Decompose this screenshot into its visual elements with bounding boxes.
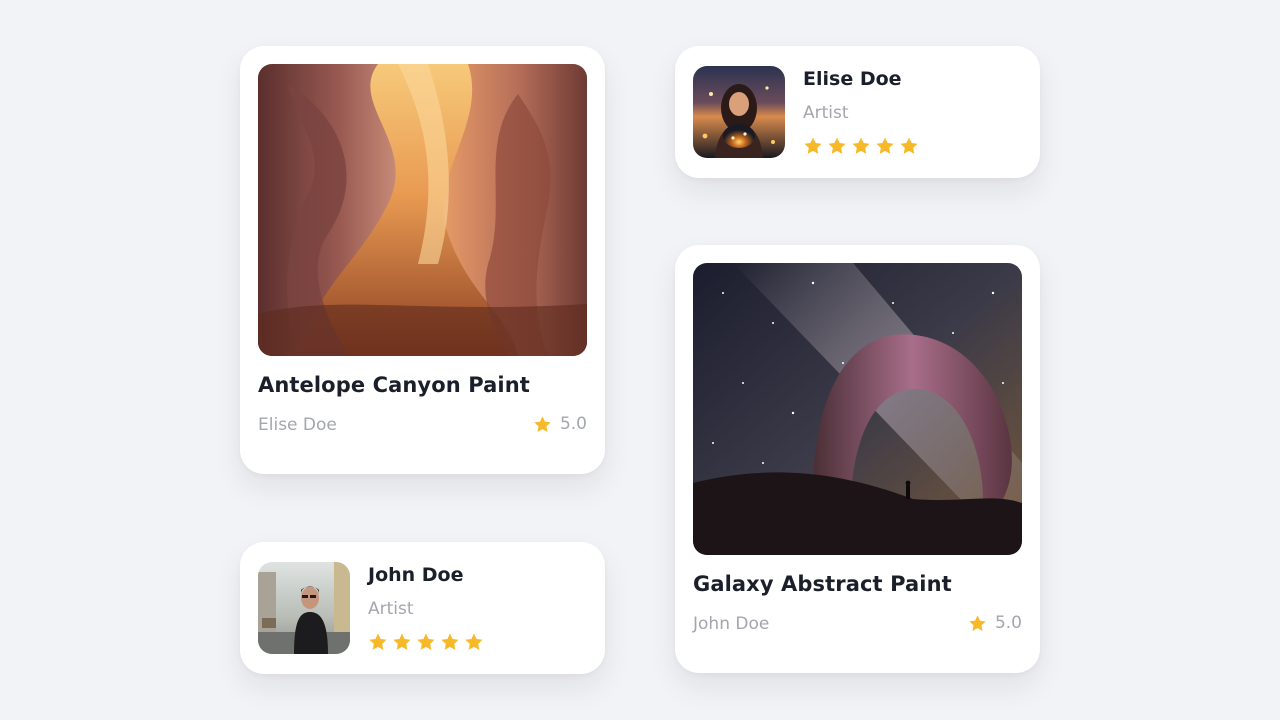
star-icon <box>827 136 847 156</box>
star-icon <box>464 632 484 652</box>
profile-role: Artist <box>803 103 849 123</box>
star-icon <box>416 632 436 652</box>
star-icon <box>899 136 919 156</box>
artwork-title: Antelope Canyon Paint <box>258 373 530 397</box>
profile-name: John Doe <box>368 564 464 586</box>
artwork-artist: John Doe <box>693 614 770 634</box>
artwork-rating: 5.0 <box>533 414 587 434</box>
profile-name: Elise Doe <box>803 68 902 90</box>
star-icon <box>803 136 823 156</box>
art-gallery-canvas: Antelope Canyon Paint Elise Doe 5.0 Elis… <box>0 0 1280 720</box>
artist-card-john-doe[interactable]: John Doe Artist <box>240 542 605 674</box>
artist-card-elise-doe[interactable]: Elise Doe Artist <box>675 46 1040 178</box>
star-icon <box>875 136 895 156</box>
rating-value: 5.0 <box>994 613 1022 633</box>
artwork-title: Galaxy Abstract Paint <box>693 572 952 596</box>
star-icon <box>968 614 987 633</box>
antelope-canyon-image <box>258 64 587 356</box>
star-icon <box>392 632 412 652</box>
artwork-rating: 5.0 <box>968 613 1022 633</box>
star-icon <box>368 632 388 652</box>
artwork-card-antelope-canyon[interactable]: Antelope Canyon Paint Elise Doe 5.0 <box>240 46 605 474</box>
galaxy-image <box>693 263 1022 555</box>
rating-value: 5.0 <box>559 414 587 434</box>
artwork-artist: Elise Doe <box>258 415 337 435</box>
artwork-card-galaxy[interactable]: Galaxy Abstract Paint John Doe 5.0 <box>675 245 1040 673</box>
star-icon <box>851 136 871 156</box>
star-icon <box>533 415 552 434</box>
star-rating <box>368 632 484 652</box>
avatar <box>258 562 350 654</box>
profile-role: Artist <box>368 599 414 619</box>
avatar <box>693 66 785 158</box>
star-icon <box>440 632 460 652</box>
star-rating <box>803 136 919 156</box>
